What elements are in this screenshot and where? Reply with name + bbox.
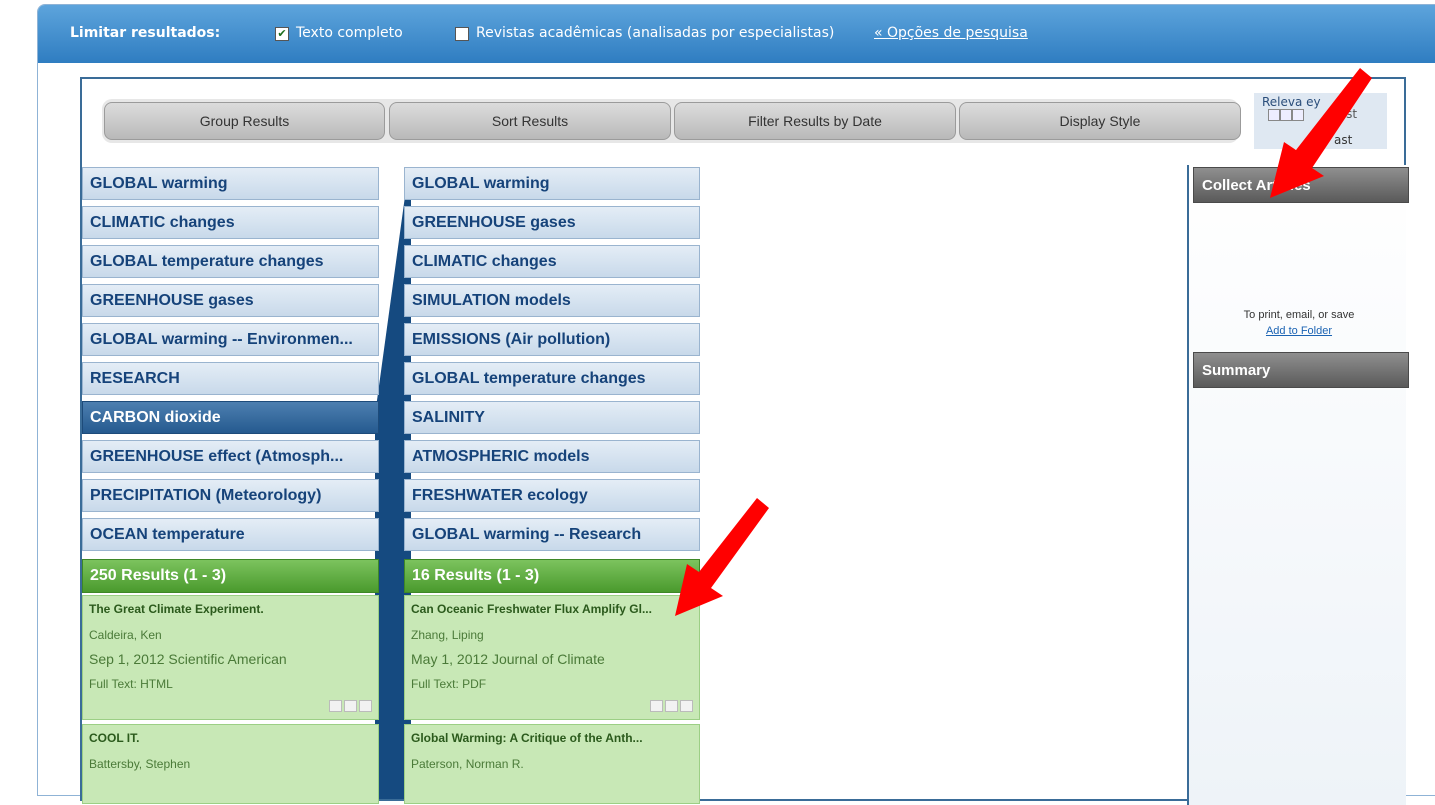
category-item[interactable]: ATMOSPHERIC models — [404, 440, 700, 473]
relevance-label: Releva ey — [1262, 95, 1321, 109]
results-toolbar: Group Results Sort Results Filter Result… — [102, 99, 1241, 143]
preview-icon[interactable] — [650, 700, 663, 712]
results-count-header: 250 Results (1 - 3) — [82, 559, 379, 593]
scholarly-label: Revistas acadêmicas (analisadas por espe… — [476, 25, 835, 41]
newest-label: test — [1334, 107, 1358, 121]
results-count-header: 16 Results (1 - 3) — [404, 559, 700, 593]
folder-icon[interactable] — [665, 700, 678, 712]
limit-results-label: Limitar resultados: — [70, 25, 221, 41]
details-icon[interactable] — [680, 700, 693, 712]
result-date-source: May 1, 2012 Journal of Climate — [411, 651, 605, 667]
sort-slot-icon — [1292, 109, 1304, 121]
result-title[interactable]: The Great Climate Experiment. — [89, 602, 374, 616]
display-style-button[interactable]: Display Style — [959, 102, 1241, 140]
result-title[interactable]: Can Oceanic Freshwater Flux Amplify Gl..… — [411, 602, 695, 616]
category-item[interactable]: FRESHWATER ecology — [404, 479, 700, 512]
category-item[interactable]: GREENHOUSE effect (Atmosph... — [82, 440, 379, 473]
result-card[interactable]: Global Warming: A Critique of the Anth..… — [404, 724, 700, 804]
full-text-checkbox[interactable]: ✔ — [275, 27, 289, 41]
category-item[interactable]: PRECIPITATION (Meteorology) — [82, 479, 379, 512]
full-text-label: Texto completo — [296, 25, 403, 41]
right-panel: Collect Articles To print, email, or sav… — [1187, 165, 1409, 805]
category-item[interactable]: GREENHOUSE gases — [82, 284, 379, 317]
result-card[interactable]: The Great Climate Experiment. Caldeira, … — [82, 595, 379, 720]
search-options-link[interactable]: « Opções de pesquisa — [874, 25, 1028, 41]
result-date-source: Sep 1, 2012 Scientific American — [89, 651, 287, 667]
search-panel: Limitar resultados: ✔ Texto completo Rev… — [37, 4, 1435, 805]
result-title[interactable]: Global Warming: A Critique of the Anth..… — [411, 731, 695, 745]
sort-results-button[interactable]: Sort Results — [389, 102, 671, 140]
add-to-folder-link[interactable]: Add to Folder — [1266, 325, 1332, 337]
collect-articles-hint: To print, email, or save — [1243, 309, 1355, 321]
category-item[interactable]: OCEAN temperature — [82, 518, 379, 551]
category-item[interactable]: EMISSIONS (Air pollution) — [404, 323, 700, 356]
result-author: Caldeira, Ken — [89, 628, 162, 642]
category-item[interactable]: GLOBAL temperature changes — [82, 245, 379, 278]
result-author: Battersby, Stephen — [89, 757, 191, 771]
category-item[interactable]: GLOBAL warming — [82, 167, 379, 200]
result-fulltext-link[interactable]: Full Text: HTML — [89, 677, 173, 691]
category-item[interactable]: GLOBAL warming -- Environmen... — [82, 323, 379, 356]
category-item-selected[interactable]: CARBON dioxide — [82, 401, 379, 434]
sort-relevance-widget[interactable]: Releva ey test ast — [1254, 93, 1387, 149]
category-item[interactable]: GLOBAL warming -- Research — [404, 518, 700, 551]
category-item[interactable]: CLIMATIC changes — [404, 245, 700, 278]
result-author: Zhang, Liping — [411, 628, 484, 642]
result-author: Paterson, Norman R. — [411, 757, 524, 771]
result-fulltext-link[interactable]: Full Text: PDF — [411, 677, 486, 691]
sort-slot-icon — [1268, 109, 1280, 121]
result-actions — [650, 700, 693, 712]
scholarly-checkbox[interactable] — [455, 27, 469, 41]
category-item[interactable]: GREENHOUSE gases — [404, 206, 700, 239]
group-results-button[interactable]: Group Results — [104, 102, 385, 140]
limit-results-bar: Limitar resultados: ✔ Texto completo Rev… — [38, 5, 1435, 63]
details-icon[interactable] — [359, 700, 372, 712]
preview-icon[interactable] — [329, 700, 342, 712]
category-item[interactable]: SALINITY — [404, 401, 700, 434]
oldest-label: ast — [1334, 133, 1353, 147]
filter-by-date-button[interactable]: Filter Results by Date — [674, 102, 956, 140]
result-actions — [329, 700, 372, 712]
summary-header: Summary — [1193, 352, 1409, 388]
folder-icon[interactable] — [344, 700, 357, 712]
sort-slot-icon — [1280, 109, 1292, 121]
result-title[interactable]: COOL IT. — [89, 731, 374, 745]
category-item[interactable]: CLIMATIC changes — [82, 206, 379, 239]
collect-articles-header: Collect Articles — [1193, 167, 1409, 203]
visual-search-area: Group Results Sort Results Filter Result… — [80, 77, 1409, 805]
category-item[interactable]: RESEARCH — [82, 362, 379, 395]
result-card[interactable]: Can Oceanic Freshwater Flux Amplify Gl..… — [404, 595, 700, 720]
category-item[interactable]: GLOBAL warming — [404, 167, 700, 200]
category-item[interactable]: SIMULATION models — [404, 284, 700, 317]
result-card[interactable]: COOL IT. Battersby, Stephen — [82, 724, 379, 804]
category-item[interactable]: GLOBAL temperature changes — [404, 362, 700, 395]
